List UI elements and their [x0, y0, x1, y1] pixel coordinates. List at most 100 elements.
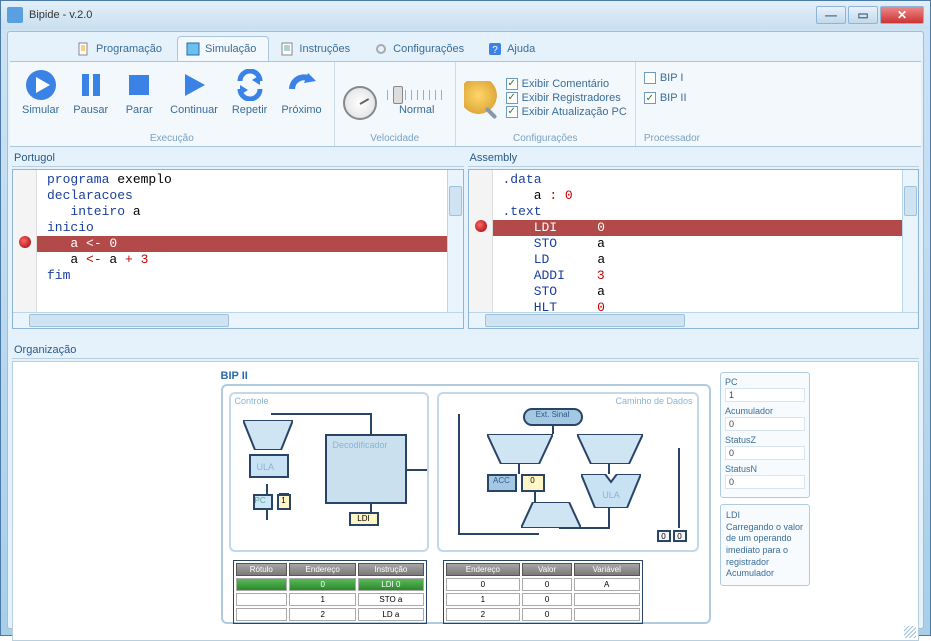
horizontal-scrollbar[interactable]	[469, 312, 919, 328]
caminho-block: Caminho de Dados Ext. Sinal ACC 0 ULA 0	[437, 392, 699, 552]
assembly-pane: Assembly .data a : 0 .text LDI0 STOa	[468, 150, 920, 334]
ribbon-tabs: Programação Simulação Instruções Configu…	[8, 32, 923, 61]
tab-ajuda[interactable]: ? Ajuda	[479, 36, 548, 61]
pane-title: Organização	[12, 342, 919, 358]
stop-icon	[122, 68, 156, 102]
chk-exibir-registradores[interactable]: ✓Exibir Registradores	[506, 92, 627, 104]
pause-icon	[74, 68, 108, 102]
tab-instrucoes[interactable]: Instruções	[271, 36, 363, 61]
diagram-title: BIP II	[221, 370, 711, 382]
table-row: 10	[446, 593, 640, 606]
group-execucao: Simular Pausar Parar Continuar	[10, 62, 335, 146]
maximize-button[interactable]: ▭	[848, 6, 878, 24]
table-row: 2LD a	[236, 608, 424, 621]
checkbox-icon: ✓	[644, 92, 656, 104]
chk-bip1[interactable]: BIP I	[644, 72, 684, 84]
app-window: Bipide - v.2.0 — ▭ ✕ Programação Simulaç…	[0, 0, 931, 636]
registers-panel: PC 1 Acumulador 0 StatusZ 0 StatusN 0	[720, 372, 810, 498]
speed-slider[interactable]	[387, 90, 447, 100]
window-title: Bipide - v.2.0	[29, 9, 816, 21]
tab-label: Instruções	[299, 43, 350, 55]
chk-exibir-comentario[interactable]: ✓Exibir Comentário	[506, 78, 627, 90]
vertical-scrollbar[interactable]	[447, 170, 463, 312]
play-icon	[177, 68, 211, 102]
tab-label: Ajuda	[507, 43, 535, 55]
reg-pc-label: PC	[725, 377, 805, 387]
wrench-icon	[464, 81, 500, 117]
simular-button[interactable]: Simular	[18, 66, 63, 118]
code-area[interactable]: programa exemplo declaracoes inteiro a i…	[37, 172, 447, 312]
titlebar[interactable]: Bipide - v.2.0 — ▭ ✕	[1, 1, 930, 29]
continuar-button[interactable]: Continuar	[166, 66, 222, 118]
play-circle-icon	[24, 68, 58, 102]
tab-label: Simulação	[205, 43, 256, 55]
tab-label: Programação	[96, 43, 162, 55]
reg-statusz-label: StatusZ	[725, 435, 805, 445]
checkbox-icon	[644, 72, 656, 84]
close-button[interactable]: ✕	[880, 6, 924, 24]
help-icon: ?	[488, 42, 502, 56]
repeat-icon	[233, 68, 267, 102]
chk-exibir-atualizacao-pc[interactable]: ✓Exibir Atualização PC	[506, 106, 627, 118]
pausar-button[interactable]: Pausar	[69, 66, 112, 118]
parar-button[interactable]: Parar	[118, 66, 160, 118]
reg-pc-value: 1	[725, 388, 805, 402]
repetir-button[interactable]: Repetir	[228, 66, 271, 118]
doc-icon	[77, 42, 91, 56]
portugol-pane: Portugol programa exemplo declaracoes in…	[12, 150, 464, 334]
pane-title: Assembly	[468, 150, 920, 166]
group-velocidade: Normal Velocidade	[335, 62, 456, 146]
checkbox-icon: ✓	[506, 78, 518, 90]
tab-programacao[interactable]: Programação	[68, 36, 175, 61]
portugol-editor[interactable]: programa exemplo declaracoes inteiro a i…	[12, 169, 464, 329]
table-row: 00A	[446, 578, 640, 591]
assembly-editor[interactable]: .data a : 0 .text LDI0 STOa LDa ADDI3 ST…	[468, 169, 920, 329]
svg-text:?: ?	[492, 45, 498, 56]
controle-block: Controle ULA PC 1 Decodificador LDI	[229, 392, 429, 552]
breakpoint-icon[interactable]	[475, 220, 487, 232]
tab-configuracoes[interactable]: Configurações	[365, 36, 477, 61]
gutter[interactable]	[469, 170, 493, 312]
table-row: 20	[446, 608, 640, 621]
instruction-memory-table: RótuloEndereçoInstrução 0LDI 0 1STO a 2L…	[233, 560, 427, 624]
ribbon: Simular Pausar Parar Continuar	[10, 61, 921, 147]
reg-acc-value: 0	[725, 417, 805, 431]
group-label: Processador	[644, 131, 700, 144]
gear-icon	[374, 42, 388, 56]
chk-bip2[interactable]: ✓BIP II	[644, 92, 687, 104]
reg-statusz-value: 0	[725, 446, 805, 460]
vertical-scrollbar[interactable]	[902, 170, 918, 312]
organizacao-pane: Organização BIP II Controle ULA PC	[12, 342, 919, 624]
instruction-description: LDI Carregando o valor de um operando im…	[720, 504, 810, 586]
checkbox-icon: ✓	[506, 92, 518, 104]
tab-simulacao[interactable]: Simulação	[177, 36, 269, 61]
pane-title: Portugol	[12, 150, 464, 166]
group-label: Velocidade	[343, 131, 447, 144]
table-row: 0LDI 0	[236, 578, 424, 591]
resize-grip-icon[interactable]	[904, 626, 916, 638]
client-area: Programação Simulação Instruções Configu…	[7, 31, 924, 629]
gutter[interactable]	[13, 170, 37, 312]
group-label: Configurações	[464, 131, 627, 144]
proximo-button[interactable]: Próximo	[277, 66, 325, 118]
tab-label: Configurações	[393, 43, 464, 55]
reg-statusn-value: 0	[725, 475, 805, 489]
breakpoint-icon[interactable]	[19, 236, 31, 248]
content-area: Portugol programa exemplo declaracoes in…	[12, 150, 919, 624]
reg-statusn-label: StatusN	[725, 464, 805, 474]
group-label: Execução	[18, 131, 326, 144]
minimize-button[interactable]: —	[816, 6, 846, 24]
data-memory-table: EndereçoValorVariável 00A 10 20	[443, 560, 643, 624]
app-icon	[7, 7, 23, 23]
group-processador: BIP I ✓BIP II Processador	[636, 62, 708, 146]
checkbox-icon: ✓	[506, 106, 518, 118]
group-configuracoes: ✓Exibir Comentário ✓Exibir Registradores…	[456, 62, 636, 146]
horizontal-scrollbar[interactable]	[13, 312, 463, 328]
clock-icon	[343, 86, 377, 120]
organization-view: BIP II Controle ULA PC 1 Decodificador L…	[12, 361, 919, 641]
processor-diagram: Controle ULA PC 1 Decodificador LDI	[221, 384, 711, 624]
speed-label: Normal	[399, 104, 434, 116]
code-area[interactable]: .data a : 0 .text LDI0 STOa LDa ADDI3 ST…	[493, 172, 903, 312]
table-row: 1STO a	[236, 593, 424, 606]
sim-icon	[186, 42, 200, 56]
